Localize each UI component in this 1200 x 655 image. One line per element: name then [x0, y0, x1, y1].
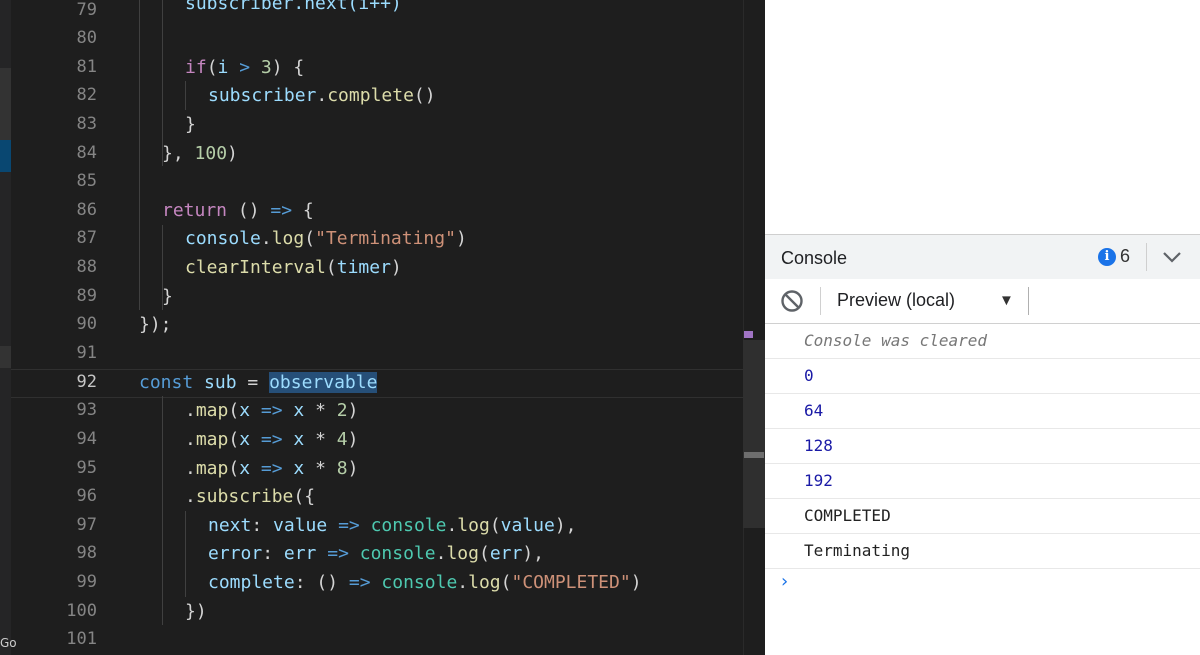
console-message: 64 — [765, 394, 1200, 429]
code-line-93: .map(x => x * 2) — [185, 400, 359, 421]
divider — [1146, 243, 1147, 271]
info-icon: i — [1098, 247, 1116, 266]
devtools-panel: Console i 6 Preview (local) ▼ Console wa… — [765, 0, 1200, 655]
code-line-94: .map(x => x * 4) — [185, 429, 359, 450]
code-line-92: const sub = observable — [139, 372, 378, 393]
dropdown-arrow-icon[interactable]: ▼ — [999, 292, 1014, 309]
word-highlight: observable — [269, 372, 378, 393]
divider — [1028, 287, 1029, 315]
code-editor[interactable]: 79 80 81 82 83 84 85 86 87 88 89 90 91 9… — [0, 0, 765, 655]
editor-scrollbar-track[interactable] — [743, 0, 765, 655]
divider — [820, 287, 821, 315]
devtools-tab-bar: Console i 6 — [765, 234, 1200, 280]
code-line-96: .subscribe({ — [185, 486, 316, 507]
code-line-97: next: value => console.log(value), — [208, 515, 577, 536]
indent-guide — [185, 81, 186, 110]
console-message: Terminating — [765, 534, 1200, 569]
code-line-82: subscriber.complete() — [208, 85, 436, 106]
code-line-98: error: err => console.log(err), — [208, 543, 545, 564]
overview-ruler-cursor — [744, 452, 764, 458]
issues-badge[interactable]: i 6 — [1098, 246, 1130, 267]
code-line-84: }, 100) — [162, 143, 238, 164]
indent-guide — [185, 511, 186, 597]
console-message: 0 — [765, 359, 1200, 394]
preview-pane — [765, 0, 1200, 234]
console-message: COMPLETED — [765, 499, 1200, 534]
code-line-86: return () => { — [162, 200, 314, 221]
indent-guide — [162, 396, 163, 625]
console-toolbar: Preview (local) ▼ — [765, 279, 1200, 324]
console-prompt-icon[interactable]: › — [779, 571, 790, 592]
status-fragment: Go — [0, 636, 17, 650]
tab-console[interactable]: Console — [781, 248, 847, 269]
context-selector[interactable]: Preview (local) — [837, 290, 955, 311]
overview-ruler-marker — [744, 331, 753, 338]
code-line-88: clearInterval(timer) — [185, 257, 402, 278]
issues-count: 6 — [1120, 246, 1131, 266]
chevron-down-icon[interactable] — [1160, 245, 1184, 269]
indent-guide — [139, 0, 140, 310]
code-line-87: console.log("Terminating") — [185, 228, 467, 249]
code-area[interactable]: subscriber.next(i++) if(i > 3) { subscri… — [0, 0, 765, 655]
code-line-100: }) — [185, 601, 207, 622]
code-line-81: if(i > 3) { — [185, 57, 305, 78]
console-message: Console was cleared — [765, 324, 1200, 359]
code-line-90: }); — [139, 314, 172, 335]
code-line-83: } — [185, 114, 196, 135]
editor-scrollbar-thumb[interactable] — [743, 340, 765, 528]
code-line-79: subscriber.next(i++) — [185, 0, 402, 14]
code-line-95: .map(x => x * 8) — [185, 458, 359, 479]
code-line-89: } — [162, 286, 173, 307]
console-message: 128 — [765, 429, 1200, 464]
console-message: 192 — [765, 464, 1200, 499]
clear-console-icon[interactable] — [780, 289, 804, 313]
console-messages: Console was cleared 0 64 128 192 COMPLET… — [765, 324, 1200, 569]
code-line-99: complete: () => console.log("COMPLETED") — [208, 572, 642, 593]
